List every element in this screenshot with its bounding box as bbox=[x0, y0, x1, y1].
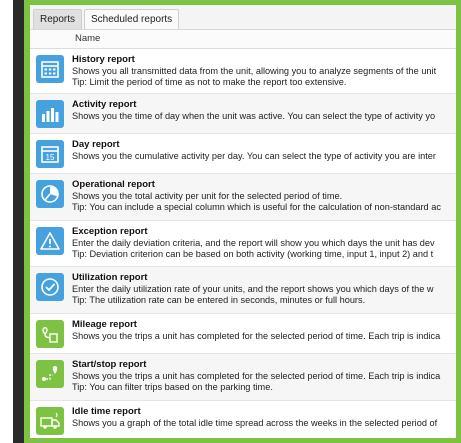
report-title: History report bbox=[72, 54, 135, 65]
calendar-day-icon: 15 bbox=[36, 140, 64, 168]
report-title: Activity report bbox=[72, 99, 137, 110]
report-text: Day report Shows you the cumulative activ… bbox=[72, 134, 456, 162]
report-description: Shows you all transmitted data from the … bbox=[72, 66, 437, 76]
report-description: Shows you the cumulative activity per da… bbox=[72, 151, 436, 161]
svg-text:15: 15 bbox=[46, 153, 55, 162]
report-description: Shows you the trips a unit has completed… bbox=[72, 371, 441, 381]
report-row[interactable]: History report Shows you all transmitted … bbox=[30, 49, 456, 94]
report-tip: Tip: The utilization rate can be entered… bbox=[72, 295, 366, 305]
report-row[interactable]: Exception report Enter the daily deviatio… bbox=[30, 221, 456, 267]
tab-scheduled-reports[interactable]: Scheduled reports bbox=[84, 9, 180, 29]
truck-icon bbox=[36, 407, 64, 435]
report-description: Enter the daily deviation criteria, and … bbox=[72, 238, 435, 248]
report-title: Mileage report bbox=[72, 319, 137, 330]
report-title: Operational report bbox=[72, 179, 155, 190]
report-title: Idle time report bbox=[72, 406, 141, 417]
report-description: Enter the daily utilization rate of your… bbox=[72, 284, 434, 294]
report-row[interactable]: Start/stop report Shows you the trips a u… bbox=[30, 354, 456, 401]
check-circle-icon bbox=[36, 273, 64, 301]
report-row[interactable]: Idle time report Shows you a graph of the… bbox=[30, 401, 456, 438]
report-row[interactable]: Mileage report Shows you the trips a unit… bbox=[30, 314, 456, 354]
tab-reports[interactable]: Reports bbox=[33, 9, 83, 29]
report-text: Activity report Shows you the time of day… bbox=[72, 94, 456, 122]
report-title: Start/stop report bbox=[72, 359, 147, 370]
report-text: Utilization report Enter the daily utiliz… bbox=[72, 267, 456, 306]
route-icon bbox=[36, 320, 64, 348]
report-text: History report Shows you all transmitted … bbox=[72, 49, 456, 88]
report-text: Operational report Shows you the total ac… bbox=[72, 174, 456, 213]
window-left-edge bbox=[0, 0, 26, 443]
report-text: Mileage report Shows you the trips a unit… bbox=[72, 314, 456, 342]
report-text: Idle time report Shows you a graph of the… bbox=[72, 401, 456, 429]
report-tip: Tip: You can filter trips based on the p… bbox=[72, 382, 273, 392]
report-title: Utilization report bbox=[72, 272, 148, 283]
reports-panel: Reports Scheduled reports Name History r… bbox=[30, 5, 456, 438]
report-text: Exception report Enter the daily deviatio… bbox=[72, 221, 456, 260]
report-row[interactable]: 15 Day report Shows you the cumulative act… bbox=[30, 134, 456, 174]
report-description: Shows you a graph of the total idle time… bbox=[72, 418, 438, 428]
dark-side-strip bbox=[13, 0, 24, 443]
name-column-header[interactable]: Name bbox=[30, 30, 456, 49]
report-row[interactable]: Operational report Shows you the total ac… bbox=[30, 174, 456, 221]
accent-border bbox=[24, 0, 26, 443]
report-title: Exception report bbox=[72, 226, 148, 237]
tab-bar: Reports Scheduled reports bbox=[30, 5, 456, 30]
report-description: Shows you the time of day when the unit … bbox=[72, 111, 436, 121]
start-stop-pin-icon bbox=[36, 360, 64, 388]
report-row[interactable]: Utilization report Enter the daily utiliz… bbox=[30, 267, 456, 314]
warning-icon bbox=[36, 227, 64, 255]
report-text: Start/stop report Shows you the trips a u… bbox=[72, 354, 456, 393]
report-tip: Tip: You can include a special column wh… bbox=[72, 202, 441, 212]
report-tip: Tip: Deviation criterion can be based on… bbox=[72, 249, 434, 259]
bar-chart-icon bbox=[36, 100, 64, 128]
report-description: Shows you the trips a unit has completed… bbox=[72, 331, 441, 341]
report-row[interactable]: Activity report Shows you the time of day… bbox=[30, 94, 456, 134]
calendar-icon bbox=[36, 55, 64, 83]
report-title: Day report bbox=[72, 139, 120, 150]
report-description: Shows you the total activity per unit fo… bbox=[72, 191, 343, 201]
report-tip: Tip: Limit the period of time as not to … bbox=[72, 77, 347, 87]
pie-chart-icon bbox=[36, 180, 64, 208]
report-list: History report Shows you all transmitted … bbox=[30, 49, 456, 438]
